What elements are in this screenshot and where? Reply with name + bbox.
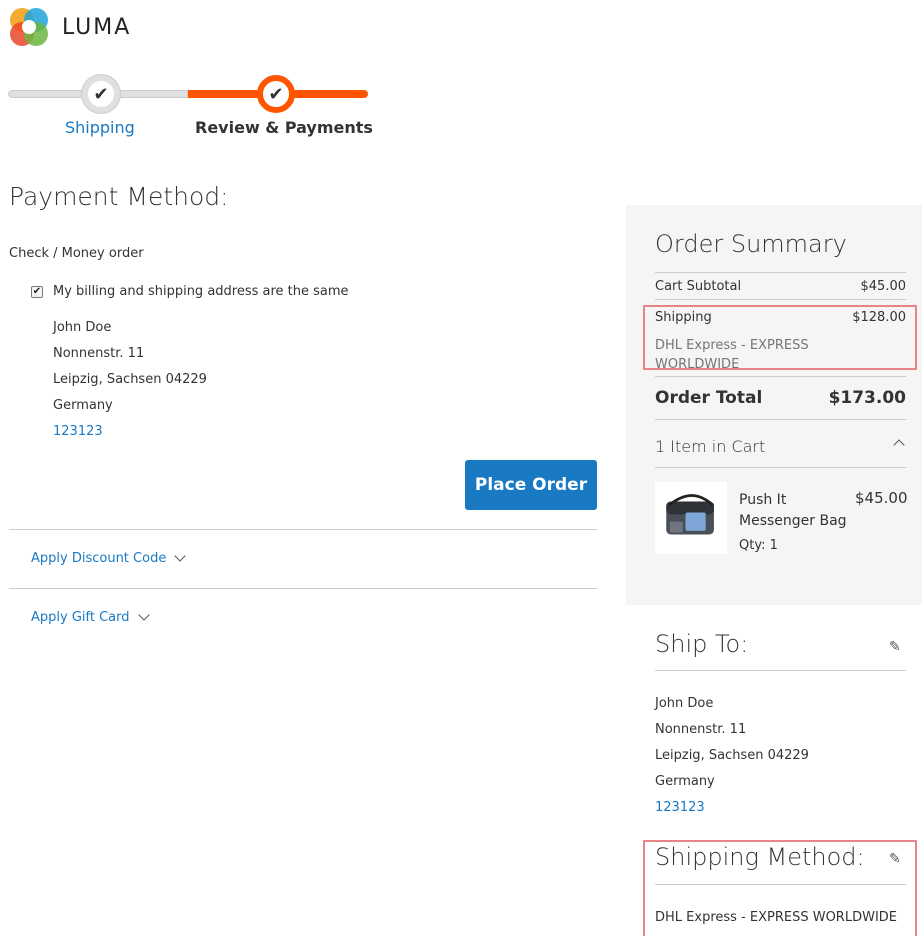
- brand-logo[interactable]: LUMA: [8, 6, 131, 48]
- billing-same-checkbox[interactable]: ✔: [31, 285, 43, 298]
- billing-address: John Doe Nonnenstr. 11 Leipzig, Sachsen …: [53, 315, 207, 445]
- product-name: Push It Messenger Bag: [739, 492, 847, 529]
- payment-method-title: Payment Method:: [9, 182, 229, 211]
- ship-to-address: John Doe Nonnenstr. 11 Leipzig, Sachsen …: [655, 691, 809, 821]
- product-price: $45.00: [855, 489, 908, 507]
- luma-logo-icon: [10, 8, 48, 46]
- divider: [9, 588, 597, 589]
- apply-gift-card-label: Apply Gift Card: [31, 610, 130, 625]
- product-thumbnail: [655, 482, 727, 554]
- chevron-down-icon: [137, 608, 150, 621]
- divider: [655, 419, 906, 420]
- divider: [9, 529, 597, 530]
- edit-ship-to-pencil-icon[interactable]: ✎: [889, 639, 903, 655]
- step-shipping-label[interactable]: Shipping: [65, 118, 135, 137]
- apply-gift-card-toggle[interactable]: Apply Gift Card: [31, 608, 150, 625]
- step-review-label: Review & Payments: [195, 118, 373, 137]
- payment-method-option[interactable]: Check / Money order: [9, 246, 144, 261]
- step-review-check-icon: ✔: [257, 75, 295, 113]
- order-total-row: Order Total $173.00: [655, 388, 906, 408]
- messenger-bag-icon: [666, 494, 714, 535]
- order-summary: Order Summary Cart Subtotal $45.00 Shipp…: [626, 205, 922, 605]
- chevron-up-icon[interactable]: [893, 439, 905, 451]
- ship-to-country: Germany: [655, 774, 715, 789]
- divider: [655, 467, 906, 468]
- billing-phone-link[interactable]: 123123: [53, 419, 207, 445]
- ship-to-title: Ship To:: [655, 630, 749, 658]
- chevron-down-icon: [174, 549, 186, 562]
- step-shipping-check-icon[interactable]: ✔: [82, 75, 120, 113]
- billing-name: John Doe: [53, 320, 112, 335]
- billing-country: Germany: [53, 398, 113, 413]
- apply-discount-toggle[interactable]: Apply Discount Code: [31, 549, 186, 566]
- cart-subtotal-label: Cart Subtotal: [655, 279, 742, 294]
- apply-discount-label: Apply Discount Code: [31, 551, 167, 566]
- billing-street: Nonnenstr. 11: [53, 346, 145, 361]
- place-order-button[interactable]: Place Order: [465, 460, 597, 510]
- order-total-label: Order Total: [655, 388, 763, 408]
- ship-to-city: Leipzig, Sachsen 04229: [655, 748, 809, 763]
- divider: [655, 670, 906, 671]
- cart-subtotal-value: $45.00: [860, 279, 907, 294]
- brand-name: LUMA: [62, 14, 132, 40]
- product-qty: Qty: 1: [739, 538, 778, 553]
- order-total-value: $173.00: [828, 388, 906, 408]
- ship-to-name: John Doe: [655, 696, 714, 711]
- billing-same-label: My billing and shipping address are the …: [53, 284, 349, 299]
- ship-to-street: Nonnenstr. 11: [655, 722, 747, 737]
- edit-shipping-method-pencil-icon[interactable]: ✎: [889, 851, 903, 867]
- divider: [655, 884, 906, 885]
- items-in-cart-toggle[interactable]: 1 Item in Cart: [655, 437, 765, 456]
- cart-subtotal-row: Cart Subtotal $45.00: [655, 279, 906, 294]
- divider: [655, 376, 906, 377]
- billing-same-checkbox-row[interactable]: ✔ My billing and shipping address are th…: [31, 284, 349, 299]
- order-summary-title: Order Summary: [655, 230, 847, 258]
- shipping-highlight-box: [643, 305, 917, 370]
- checkout-progress: ✔ ✔ Shipping Review & Payments: [8, 74, 373, 140]
- shipping-method-value: DHL Express - EXPRESS WORLDWIDE: [655, 910, 898, 925]
- ship-to-phone-link[interactable]: 123123: [655, 795, 809, 821]
- billing-city: Leipzig, Sachsen 04229: [53, 372, 207, 387]
- shipping-method-title: Shipping Method:: [655, 843, 865, 871]
- divider: [655, 272, 906, 273]
- divider: [655, 299, 906, 300]
